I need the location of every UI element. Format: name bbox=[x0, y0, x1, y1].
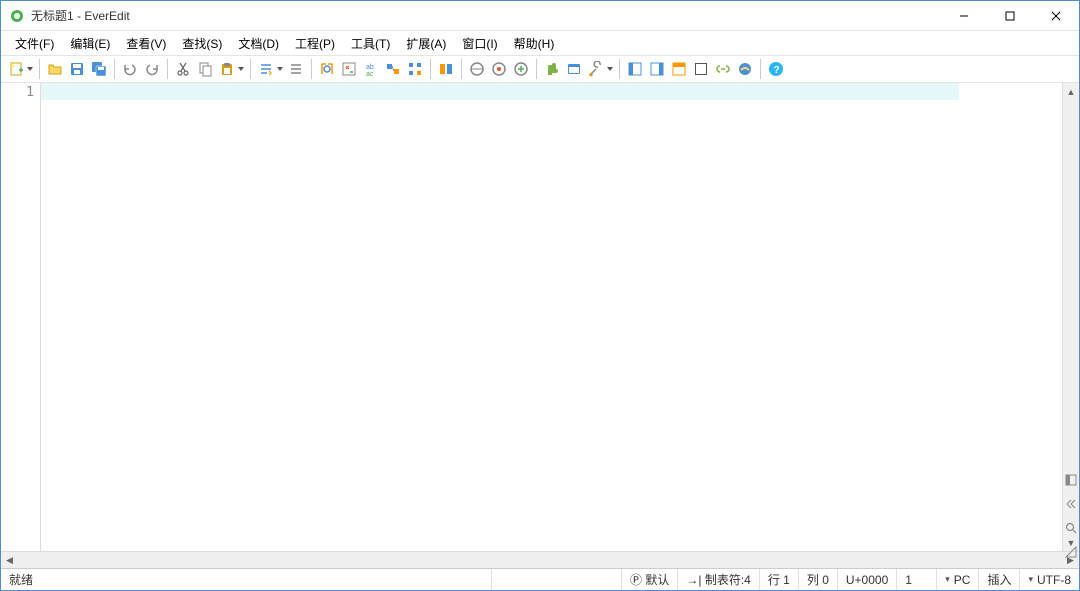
line-gutter: 1 bbox=[1, 83, 41, 551]
bookmark-button[interactable] bbox=[435, 58, 457, 80]
window-title: 无标题1 - EverEdit bbox=[31, 7, 941, 24]
menu-document[interactable]: 文档(D) bbox=[230, 32, 287, 55]
status-encoding[interactable]: UTF-8 bbox=[1020, 569, 1079, 590]
menubar: 文件(F) 编辑(E) 查看(V) 查找(S) 文档(D) 工程(P) 工具(T… bbox=[1, 31, 1079, 55]
menu-tools[interactable]: 工具(T) bbox=[343, 32, 398, 55]
side-search-icon[interactable] bbox=[1064, 521, 1078, 535]
window-controls bbox=[941, 1, 1079, 31]
menu-search[interactable]: 查找(S) bbox=[174, 32, 230, 55]
side-corner-icon[interactable] bbox=[1064, 545, 1078, 559]
panel-button-1[interactable] bbox=[624, 58, 646, 80]
close-button[interactable] bbox=[1033, 1, 1079, 31]
status-line[interactable]: 行 1 bbox=[760, 569, 799, 590]
sidebar-tool-icons bbox=[1062, 473, 1079, 559]
ie-button[interactable] bbox=[734, 58, 756, 80]
status-tab[interactable]: →| 制表符:4 bbox=[678, 569, 759, 590]
maximize-button[interactable] bbox=[987, 1, 1033, 31]
menu-view[interactable]: 查看(V) bbox=[118, 32, 174, 55]
side-panel-icon[interactable] bbox=[1064, 473, 1078, 487]
undo-button[interactable] bbox=[119, 58, 141, 80]
replace-button[interactable] bbox=[338, 58, 360, 80]
nav-back-button[interactable] bbox=[382, 58, 404, 80]
separator bbox=[536, 59, 537, 79]
statusbar: 就绪 Ⓟ 默认 →| 制表符:4 行 1 列 0 U+0000 1 PC 插入 … bbox=[1, 568, 1079, 590]
format-button[interactable] bbox=[255, 58, 285, 80]
panel-button-2[interactable] bbox=[646, 58, 668, 80]
status-mode[interactable]: 插入 bbox=[979, 569, 1020, 590]
toolbar: abac ? bbox=[1, 55, 1079, 83]
parser-label: 默认 bbox=[645, 571, 669, 588]
save-all-button[interactable] bbox=[88, 58, 110, 80]
window-button[interactable] bbox=[563, 58, 585, 80]
panel-button-4[interactable] bbox=[690, 58, 712, 80]
tab-icon: →| bbox=[686, 573, 701, 587]
side-nav-icon[interactable] bbox=[1064, 497, 1078, 511]
scroll-track-h[interactable] bbox=[18, 552, 1062, 568]
browser-button-1[interactable] bbox=[466, 58, 488, 80]
status-count: 1 bbox=[897, 569, 937, 590]
tab-label: 制表符:4 bbox=[705, 571, 751, 588]
plugin-button[interactable] bbox=[541, 58, 563, 80]
link-button[interactable] bbox=[712, 58, 734, 80]
find-button[interactable] bbox=[316, 58, 338, 80]
svg-text:ab: ab bbox=[366, 64, 374, 71]
highlight-button[interactable]: abac bbox=[360, 58, 382, 80]
save-button[interactable] bbox=[66, 58, 88, 80]
separator bbox=[114, 59, 115, 79]
app-icon bbox=[9, 8, 25, 24]
separator bbox=[167, 59, 168, 79]
minimize-button[interactable] bbox=[941, 1, 987, 31]
horizontal-scrollbar[interactable]: ◀ ▶ bbox=[1, 551, 1079, 568]
status-blank bbox=[492, 569, 622, 590]
copy-button[interactable] bbox=[194, 58, 216, 80]
browser-button-2[interactable] bbox=[488, 58, 510, 80]
tools-button[interactable] bbox=[585, 58, 615, 80]
open-button[interactable] bbox=[44, 58, 66, 80]
current-line-highlight bbox=[41, 83, 959, 100]
status-eol[interactable]: PC bbox=[937, 569, 979, 590]
separator bbox=[430, 59, 431, 79]
help-button[interactable]: ? bbox=[765, 58, 787, 80]
parser-icon: Ⓟ bbox=[630, 571, 642, 588]
svg-text:ac: ac bbox=[366, 71, 374, 77]
menu-window[interactable]: 窗口(I) bbox=[454, 32, 505, 55]
new-file-button[interactable] bbox=[5, 58, 35, 80]
status-ready: 就绪 bbox=[1, 569, 492, 590]
paragraph-button[interactable] bbox=[285, 58, 307, 80]
separator bbox=[461, 59, 462, 79]
scroll-left-icon[interactable]: ◀ bbox=[1, 552, 18, 568]
paste-button[interactable] bbox=[216, 58, 246, 80]
editor-area[interactable] bbox=[41, 83, 1062, 551]
status-parser[interactable]: Ⓟ 默认 bbox=[622, 569, 678, 590]
cut-button[interactable] bbox=[172, 58, 194, 80]
titlebar: 无标题1 - EverEdit bbox=[1, 1, 1079, 31]
separator bbox=[619, 59, 620, 79]
workspace: 1 ▲ ▼ bbox=[1, 83, 1079, 551]
scroll-track[interactable] bbox=[1063, 100, 1079, 534]
panel-button-3[interactable] bbox=[668, 58, 690, 80]
menu-project[interactable]: 工程(P) bbox=[287, 32, 343, 55]
nav-fwd-button[interactable] bbox=[404, 58, 426, 80]
separator bbox=[311, 59, 312, 79]
menu-edit[interactable]: 编辑(E) bbox=[62, 32, 118, 55]
menu-help[interactable]: 帮助(H) bbox=[506, 32, 563, 55]
status-unicode: U+0000 bbox=[838, 569, 897, 590]
separator bbox=[250, 59, 251, 79]
svg-text:?: ? bbox=[774, 65, 780, 76]
scroll-up-icon[interactable]: ▲ bbox=[1063, 83, 1079, 100]
separator bbox=[760, 59, 761, 79]
separator bbox=[39, 59, 40, 79]
browser-button-3[interactable] bbox=[510, 58, 532, 80]
status-col[interactable]: 列 0 bbox=[799, 569, 838, 590]
menu-addon[interactable]: 扩展(A) bbox=[398, 32, 454, 55]
redo-button[interactable] bbox=[141, 58, 163, 80]
menu-file[interactable]: 文件(F) bbox=[7, 32, 62, 55]
line-number: 1 bbox=[1, 85, 34, 100]
